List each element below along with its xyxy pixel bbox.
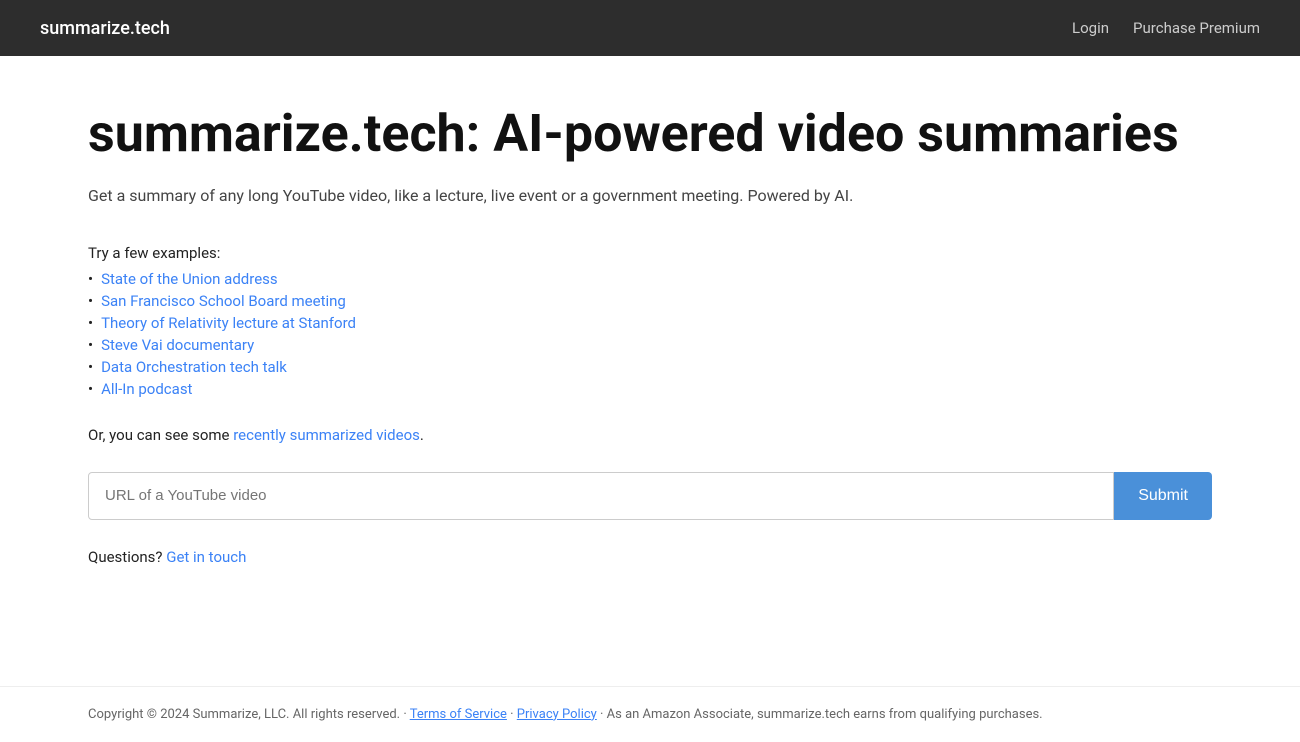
example-link-0[interactable]: State of the Union address xyxy=(101,270,278,288)
examples-section: Try a few examples: State of the Union a… xyxy=(88,244,1212,398)
site-header: summarize.tech Login Purchase Premium xyxy=(0,0,1300,56)
recently-summarized-link[interactable]: recently summarized videos xyxy=(233,426,420,444)
footer-separator1: · xyxy=(507,707,517,722)
page-subtitle: Get a summary of any long YouTube video,… xyxy=(88,184,1212,208)
url-input[interactable] xyxy=(88,472,1114,520)
list-item: All-In podcast xyxy=(88,380,1212,398)
questions-text: Questions? xyxy=(88,548,166,566)
example-link-3[interactable]: Steve Vai documentary xyxy=(101,336,254,354)
list-item: Steve Vai documentary xyxy=(88,336,1212,354)
terms-of-service-link[interactable]: Terms of Service xyxy=(410,707,507,722)
list-item: Theory of Relativity lecture at Stanford xyxy=(88,314,1212,332)
url-form: Submit xyxy=(88,472,1212,520)
examples-list: State of the Union address San Francisco … xyxy=(88,270,1212,398)
page-heading: summarize.tech: AI-powered video summari… xyxy=(88,104,1212,164)
privacy-policy-link[interactable]: Privacy Policy xyxy=(517,707,597,722)
example-link-2[interactable]: Theory of Relativity lecture at Stanford xyxy=(101,314,356,332)
main-content: summarize.tech: AI-powered video summari… xyxy=(0,56,1300,686)
list-item: State of the Union address xyxy=(88,270,1212,288)
header-nav: Login Purchase Premium xyxy=(1072,19,1260,37)
site-footer: Copyright © 2024 Summarize, LLC. All rig… xyxy=(0,686,1300,742)
examples-title: Try a few examples: xyxy=(88,244,1212,262)
footer-separator2: · As an Amazon Associate, summarize.tech… xyxy=(597,707,1043,722)
recently-text-after: . xyxy=(420,426,424,444)
example-link-4[interactable]: Data Orchestration tech talk xyxy=(101,358,287,376)
example-link-1[interactable]: San Francisco School Board meeting xyxy=(101,292,346,310)
purchase-premium-link[interactable]: Purchase Premium xyxy=(1133,19,1260,37)
recently-text-before: Or, you can see some xyxy=(88,426,233,444)
example-link-5[interactable]: All-In podcast xyxy=(101,380,192,398)
site-logo[interactable]: summarize.tech xyxy=(40,18,170,39)
get-in-touch-link[interactable]: Get in touch xyxy=(166,548,246,566)
questions-section: Questions? Get in touch xyxy=(88,548,1212,566)
list-item: San Francisco School Board meeting xyxy=(88,292,1212,310)
login-link[interactable]: Login xyxy=(1072,19,1109,37)
recently-section: Or, you can see some recently summarized… xyxy=(88,426,1212,444)
submit-button[interactable]: Submit xyxy=(1114,472,1212,520)
footer-copyright: Copyright © 2024 Summarize, LLC. All rig… xyxy=(88,707,410,722)
list-item: Data Orchestration tech talk xyxy=(88,358,1212,376)
